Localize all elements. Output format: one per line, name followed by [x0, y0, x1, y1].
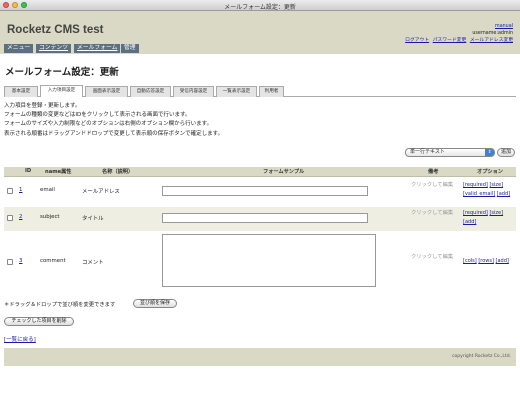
column-header-name: name属性: [45, 169, 72, 175]
row-label: タイトル: [82, 216, 104, 222]
description-line: 表示される順番はドラッグアンドドロップで変更して表示順の保存ボタンで確定します。: [4, 130, 224, 137]
select-arrows-icon: ⇕: [485, 149, 494, 156]
table-row[interactable]: 1 email メールアドレス クリックして編集 [required] [siz…: [4, 177, 516, 207]
back-to-list-link[interactable]: [一覧に戻る]: [4, 335, 36, 343]
tab-basic[interactable]: 基本設定: [4, 86, 38, 97]
description-line: フォームのサイズや入力制限などのオプションは右側のオプション欄から行います。: [4, 121, 213, 128]
row-options: [required] [size] [add]: [463, 209, 503, 227]
option-size-link[interactable]: [size]: [489, 210, 503, 216]
field-type-value: 単一行テキスト: [410, 149, 445, 155]
option-add-link[interactable]: [add]: [463, 219, 476, 225]
row-name: subject: [40, 214, 60, 220]
row-checkbox[interactable]: [7, 215, 13, 221]
settings-tabs: 基本設定 入力項目設定 画面表示設定 自動応答設定 受信内容設定 一覧表示設定 …: [4, 84, 516, 97]
tab-input-fields[interactable]: 入力項目設定: [40, 85, 83, 97]
row-options: [required] [size] [valid_email] [add]: [463, 181, 510, 199]
row-label: コメント: [82, 260, 104, 266]
menu-item-menu[interactable]: メニュー: [4, 44, 34, 53]
drag-drop-note: ＊ドラッグ＆ドロップで並び順を変更できます: [4, 302, 116, 308]
row-note-edit[interactable]: クリックして編集: [411, 209, 459, 218]
tab-list-display[interactable]: 一覧表示設定: [216, 86, 257, 97]
description-line: 入力項目を登録・更新します。: [4, 103, 81, 109]
row-options: [cols] [rows] [add]: [463, 257, 509, 266]
column-header-sample: フォームサンプル: [263, 169, 305, 175]
column-header-id: ID: [25, 168, 32, 174]
sample-text-input[interactable]: [162, 186, 368, 196]
option-required-link[interactable]: [required]: [463, 210, 488, 216]
row-label: メールアドレス: [82, 189, 120, 195]
menu-item-admin[interactable]: 管理: [121, 44, 139, 53]
option-required-link[interactable]: [required]: [463, 182, 488, 188]
delete-checked-button[interactable]: チェックした項目を削除: [4, 317, 74, 326]
option-size-link[interactable]: [size]: [489, 182, 503, 188]
table-row[interactable]: 3 comment コメント クリックして編集 [cols] [rows] [a…: [4, 231, 516, 291]
copyright-text: copyright Rocketz Co.,Ltd.: [452, 354, 511, 359]
description: 入力項目を登録・更新します。 フォームの種類の変更などはIDをクリックして表示さ…: [4, 102, 223, 139]
save-order-button[interactable]: 並び順を保存: [133, 299, 177, 308]
add-field-button[interactable]: 追加: [497, 148, 515, 157]
window-titlebar: メールフォーム設定：更新: [0, 0, 520, 11]
description-line: フォームの種類の変更などはIDをクリックして表示される画面で行います。: [4, 112, 191, 119]
site-header: Rocketz CMS test manual username:admin ロ…: [0, 11, 520, 43]
row-id-link[interactable]: 1: [19, 187, 22, 193]
row-note-edit[interactable]: クリックして編集: [411, 181, 459, 190]
table-row[interactable]: 2 subject タイトル クリックして編集 [required] [size…: [4, 207, 516, 231]
row-checkbox[interactable]: [7, 259, 13, 265]
fields-table-header: ID name属性 名称（説明） フォームサンプル 備考 オプション: [4, 167, 516, 177]
row-note-edit[interactable]: クリックして編集: [411, 253, 459, 262]
sample-text-input[interactable]: [162, 213, 368, 223]
row-id-link[interactable]: 2: [19, 214, 22, 220]
row-name: email: [40, 187, 55, 193]
column-header-options: オプション: [477, 169, 503, 175]
user-name-link[interactable]: manual: [495, 24, 513, 29]
row-id-link[interactable]: 3: [19, 258, 22, 264]
sample-textarea[interactable]: [162, 234, 376, 287]
option-add-link[interactable]: [add]: [497, 191, 510, 197]
main-menu: メニュー コンテンツ メールフォーム 管理: [0, 43, 520, 54]
field-type-select[interactable]: 単一行テキスト ⇕: [405, 148, 495, 157]
option-rows-link[interactable]: [rows]: [478, 258, 494, 264]
option-cols-link[interactable]: [cols]: [463, 258, 477, 264]
window-title: メールフォーム設定：更新: [224, 4, 296, 11]
page-footer: copyright Rocketz Co.,Ltd.: [4, 348, 516, 366]
tab-screen-display[interactable]: 画面表示設定: [85, 86, 128, 97]
option-valid-email-link[interactable]: [valid_email]: [463, 191, 495, 197]
username-label: username:admin: [472, 31, 513, 36]
brand-title: Rocketz CMS test: [7, 24, 104, 36]
user-box: manual username:admin ログアウト パスワード変更 メールア…: [405, 23, 513, 44]
column-header-note: 備考: [428, 169, 439, 175]
menu-item-contents[interactable]: コンテンツ: [36, 44, 71, 53]
tab-received-content[interactable]: 受信内容設定: [173, 86, 214, 97]
row-checkbox[interactable]: [7, 188, 13, 194]
page-title: メールフォーム設定：更新: [5, 67, 119, 78]
menu-item-mailform[interactable]: メールフォーム: [74, 44, 121, 53]
row-name: comment: [40, 258, 66, 264]
tab-auto-reply[interactable]: 自動応答設定: [130, 86, 171, 97]
option-add-link[interactable]: [add]: [496, 258, 509, 264]
column-header-label: 名称（説明）: [102, 169, 134, 175]
tab-users[interactable]: 利用者: [259, 86, 284, 97]
